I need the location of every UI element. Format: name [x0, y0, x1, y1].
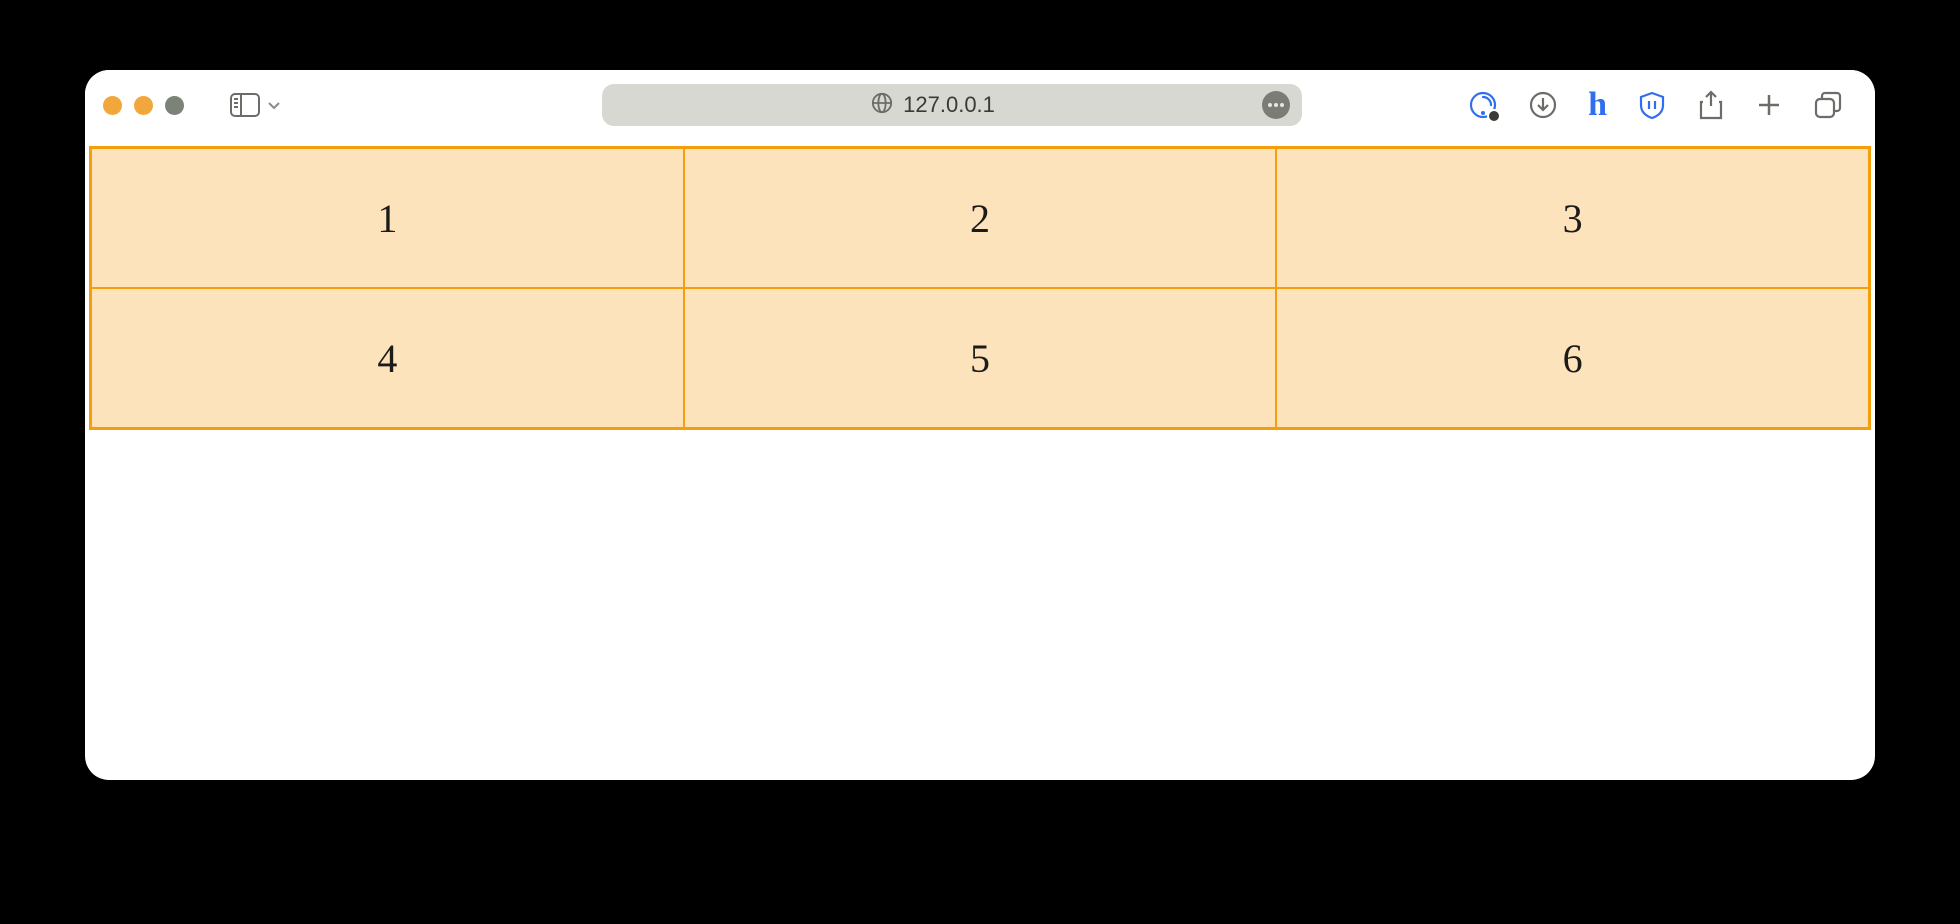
more-icon[interactable] [1262, 91, 1290, 119]
page-content: 1 2 3 4 5 6 [85, 140, 1875, 430]
grid-cell: 4 [91, 288, 684, 428]
address-bar[interactable]: 127.0.0.1 [602, 84, 1302, 126]
globe-icon [871, 92, 893, 119]
new-tab-icon[interactable] [1755, 91, 1783, 119]
titlebar: 127.0.0.1 [85, 70, 1875, 140]
grid-cell: 5 [684, 288, 1277, 428]
minimize-window-button[interactable] [134, 96, 153, 115]
honey-extension-icon[interactable]: h [1588, 88, 1607, 122]
downloads-icon[interactable] [1528, 90, 1558, 120]
close-window-button[interactable] [103, 96, 122, 115]
zoom-window-button[interactable] [165, 96, 184, 115]
adblock-shield-icon[interactable] [1637, 90, 1667, 120]
address-text: 127.0.0.1 [903, 92, 995, 118]
grid-cell: 2 [684, 148, 1277, 288]
grid-cell: 6 [1276, 288, 1869, 428]
sidebar-toggle[interactable] [230, 93, 282, 117]
sidebar-icon [230, 93, 260, 117]
grid-cell: 1 [91, 148, 684, 288]
lock-badge-icon [1487, 109, 1501, 123]
privacy-report-icon[interactable] [1468, 90, 1498, 120]
grid-cell: 3 [1276, 148, 1869, 288]
share-icon[interactable] [1697, 90, 1725, 120]
chevron-down-icon [266, 97, 282, 113]
traffic-lights [103, 96, 184, 115]
browser-window: 127.0.0.1 [85, 70, 1875, 780]
grid-container: 1 2 3 4 5 6 [89, 146, 1871, 430]
toolbar-right: h [1468, 88, 1857, 122]
tabs-overview-icon[interactable] [1813, 90, 1843, 120]
